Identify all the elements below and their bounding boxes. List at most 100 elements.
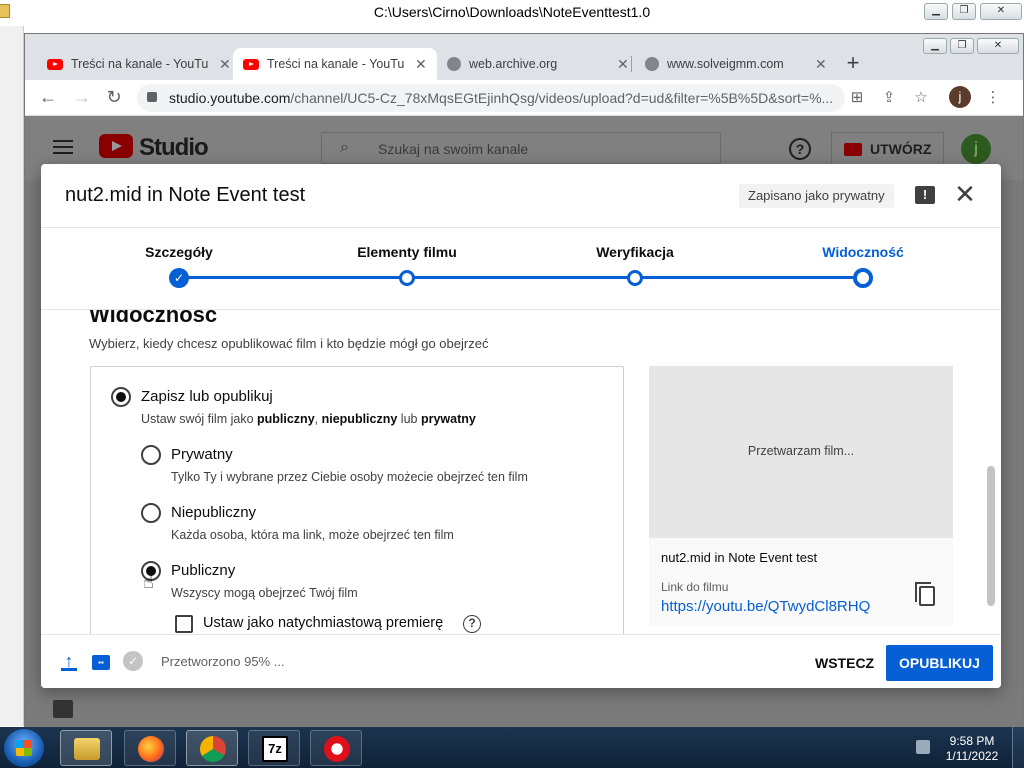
- taskbar: 7z: [0, 727, 1024, 768]
- step-visibility-dot[interactable]: [853, 268, 873, 288]
- taskbar-explorer[interactable]: [60, 730, 112, 766]
- dialog-footer: ↑ ▪▪ ✓ Przetworzono 95% ... WSTECZ OPUBL…: [41, 634, 1001, 688]
- profile-avatar[interactable]: j: [949, 86, 971, 108]
- share-icon[interactable]: ⇪: [879, 88, 899, 108]
- studio-logo-text[interactable]: Studio: [139, 134, 209, 162]
- tab-label: Treści na kanale - YouTube: [71, 57, 209, 71]
- tab-close-icon[interactable]: ✕: [617, 56, 629, 73]
- youtube-logo-icon[interactable]: [99, 134, 133, 158]
- step-details-label[interactable]: Szczegóły: [145, 244, 213, 260]
- os-window-title: C:\Users\Cirno\Downloads\NoteEventtest1.…: [373, 4, 651, 20]
- network-tray-icon[interactable]: [916, 740, 930, 754]
- browser-minimize-button[interactable]: ▁: [923, 38, 947, 54]
- back-button[interactable]: WSTECZ: [805, 645, 884, 681]
- step-video-elements-label[interactable]: Elementy filmu: [357, 244, 457, 260]
- upload-dialog: nut2.mid in Note Event test Zapisano jak…: [41, 164, 1001, 688]
- instant-premiere-label[interactable]: Ustaw jako natychmiastową premierę: [203, 615, 443, 631]
- tab-solveigmm[interactable]: www.solveigmm.com ✕: [635, 48, 837, 80]
- video-link-label: Link do filmu: [661, 580, 729, 594]
- help-icon[interactable]: ?: [789, 138, 811, 160]
- upload-arrow-icon[interactable]: ↑: [61, 652, 77, 671]
- public-option-title[interactable]: Publiczny: [171, 562, 235, 579]
- save-publish-radio[interactable]: [111, 387, 131, 407]
- report-feedback-icon[interactable]: !: [915, 186, 935, 204]
- browser-close-button[interactable]: ✕: [977, 38, 1019, 54]
- step-checks-dot[interactable]: [627, 270, 643, 286]
- save-publish-title[interactable]: Zapisz lub opublikuj: [141, 388, 273, 405]
- taskbar-clock[interactable]: 9:58 PM 1/11/2022: [936, 734, 1008, 764]
- tab-close-icon[interactable]: ✕: [219, 56, 231, 73]
- private-option-title[interactable]: Prywatny: [171, 446, 233, 463]
- taskbar-recorder[interactable]: [310, 730, 362, 766]
- search-placeholder: Szukaj na swoim kanale: [378, 141, 529, 157]
- step-video-elements-dot[interactable]: [399, 270, 415, 286]
- dialog-title: nut2.mid in Note Event test: [65, 184, 306, 206]
- browser-maximize-button[interactable]: ❐: [950, 38, 974, 54]
- dialog-close-icon[interactable]: ✕: [953, 180, 977, 208]
- search-icon: ⌕: [340, 139, 349, 156]
- tab-web-archive[interactable]: web.archive.org ✕: [437, 48, 639, 80]
- save-publish-desc: Ustaw swój film jako publiczny, niepubli…: [141, 412, 476, 426]
- private-option-desc: Tylko Ty i wybrane przez Ciebie osoby mo…: [171, 470, 528, 484]
- public-option-desc: Wszyscy mogą obejrzeć Twój film: [171, 586, 358, 600]
- background-window-edge: [0, 26, 30, 726]
- tab-tresci-2[interactable]: Treści na kanale - YouTube ✕: [233, 48, 437, 80]
- tab-strip: Treści na kanale - YouTube ✕ Treści na k…: [25, 34, 1023, 80]
- taskbar-7zip[interactable]: 7z: [248, 730, 300, 766]
- translate-icon[interactable]: ⊞: [847, 88, 867, 108]
- unlisted-option-desc: Każda osoba, która ma link, może obejrze…: [171, 528, 454, 542]
- channel-avatar[interactable]: j: [961, 134, 991, 164]
- show-desktop-button[interactable]: [1012, 727, 1024, 768]
- tab-close-icon[interactable]: ✕: [815, 56, 827, 73]
- unlisted-radio[interactable]: [141, 503, 161, 523]
- processing-status: Przetworzono 95% ...: [161, 654, 285, 669]
- create-label: UTWÓRZ: [870, 141, 932, 157]
- tab-label: www.solveigmm.com: [667, 57, 784, 71]
- video-camera-icon: [844, 142, 862, 156]
- start-button[interactable]: [4, 729, 44, 767]
- bookmark-star-icon[interactable]: ☆: [911, 88, 931, 108]
- tab-close-icon[interactable]: ✕: [415, 56, 427, 73]
- taskbar-chrome[interactable]: [186, 730, 238, 766]
- upload-stepper: Szczegóły Elementy filmu Weryfikacja Wid…: [41, 228, 1001, 310]
- forward-arrow-icon[interactable]: →: [71, 87, 93, 109]
- help-question-icon[interactable]: ?: [463, 615, 481, 633]
- maximize-button[interactable]: ❐: [952, 3, 976, 20]
- seven-zip-icon: 7z: [262, 736, 288, 762]
- channel-search-input[interactable]: ⌕ Szukaj na swoim kanale: [321, 132, 721, 164]
- menu-kebab-icon[interactable]: ⋮: [983, 88, 1003, 108]
- hd-icon[interactable]: ▪▪: [92, 655, 110, 670]
- os-window-titlebar: C:\Users\Cirno\Downloads\NoteEventtest1.…: [0, 0, 1024, 26]
- address-url: studio.youtube.com/channel/UC5-Cz_78xMqs…: [169, 90, 834, 106]
- dialog-scrollbar[interactable]: [987, 466, 995, 606]
- globe-icon: [645, 57, 659, 71]
- tab-tresci-1[interactable]: Treści na kanale - YouTube ✕: [37, 48, 241, 80]
- step-visibility-label[interactable]: Widoczność: [822, 244, 904, 260]
- taskbar-firefox[interactable]: [124, 730, 176, 766]
- check-circle-icon[interactable]: ✓: [123, 651, 143, 671]
- hamburger-menu-icon[interactable]: [53, 140, 73, 154]
- address-bar[interactable]: studio.youtube.com/channel/UC5-Cz_78xMqs…: [137, 84, 845, 112]
- unlisted-option-title[interactable]: Niepubliczny: [171, 504, 256, 521]
- lock-icon: [147, 92, 157, 102]
- instant-premiere-checkbox[interactable]: [175, 615, 193, 633]
- step-done-check-icon[interactable]: ✓: [169, 268, 189, 288]
- video-link[interactable]: https://youtu.be/QTwydCl8RHQ: [661, 598, 870, 615]
- new-tab-icon[interactable]: +: [841, 52, 865, 76]
- back-arrow-icon[interactable]: ←: [37, 87, 59, 109]
- clock-time: 9:58 PM: [949, 734, 995, 748]
- reload-icon[interactable]: ↻: [103, 87, 125, 109]
- private-radio[interactable]: [141, 445, 161, 465]
- feedback-icon[interactable]: [53, 700, 73, 718]
- create-button[interactable]: UTWÓRZ: [831, 132, 945, 166]
- publish-button[interactable]: OPUBLIKUJ: [886, 645, 993, 681]
- youtube-icon: [243, 58, 259, 70]
- step-checks-label[interactable]: Weryfikacja: [596, 244, 674, 260]
- chrome-icon: [200, 736, 226, 762]
- close-button[interactable]: ✕: [980, 3, 1022, 20]
- visibility-heading: Widoczność: [89, 310, 218, 327]
- copy-icon[interactable]: [915, 582, 935, 606]
- tab-separator: [631, 56, 632, 72]
- globe-icon: [447, 57, 461, 71]
- minimize-button[interactable]: ▁: [924, 3, 948, 20]
